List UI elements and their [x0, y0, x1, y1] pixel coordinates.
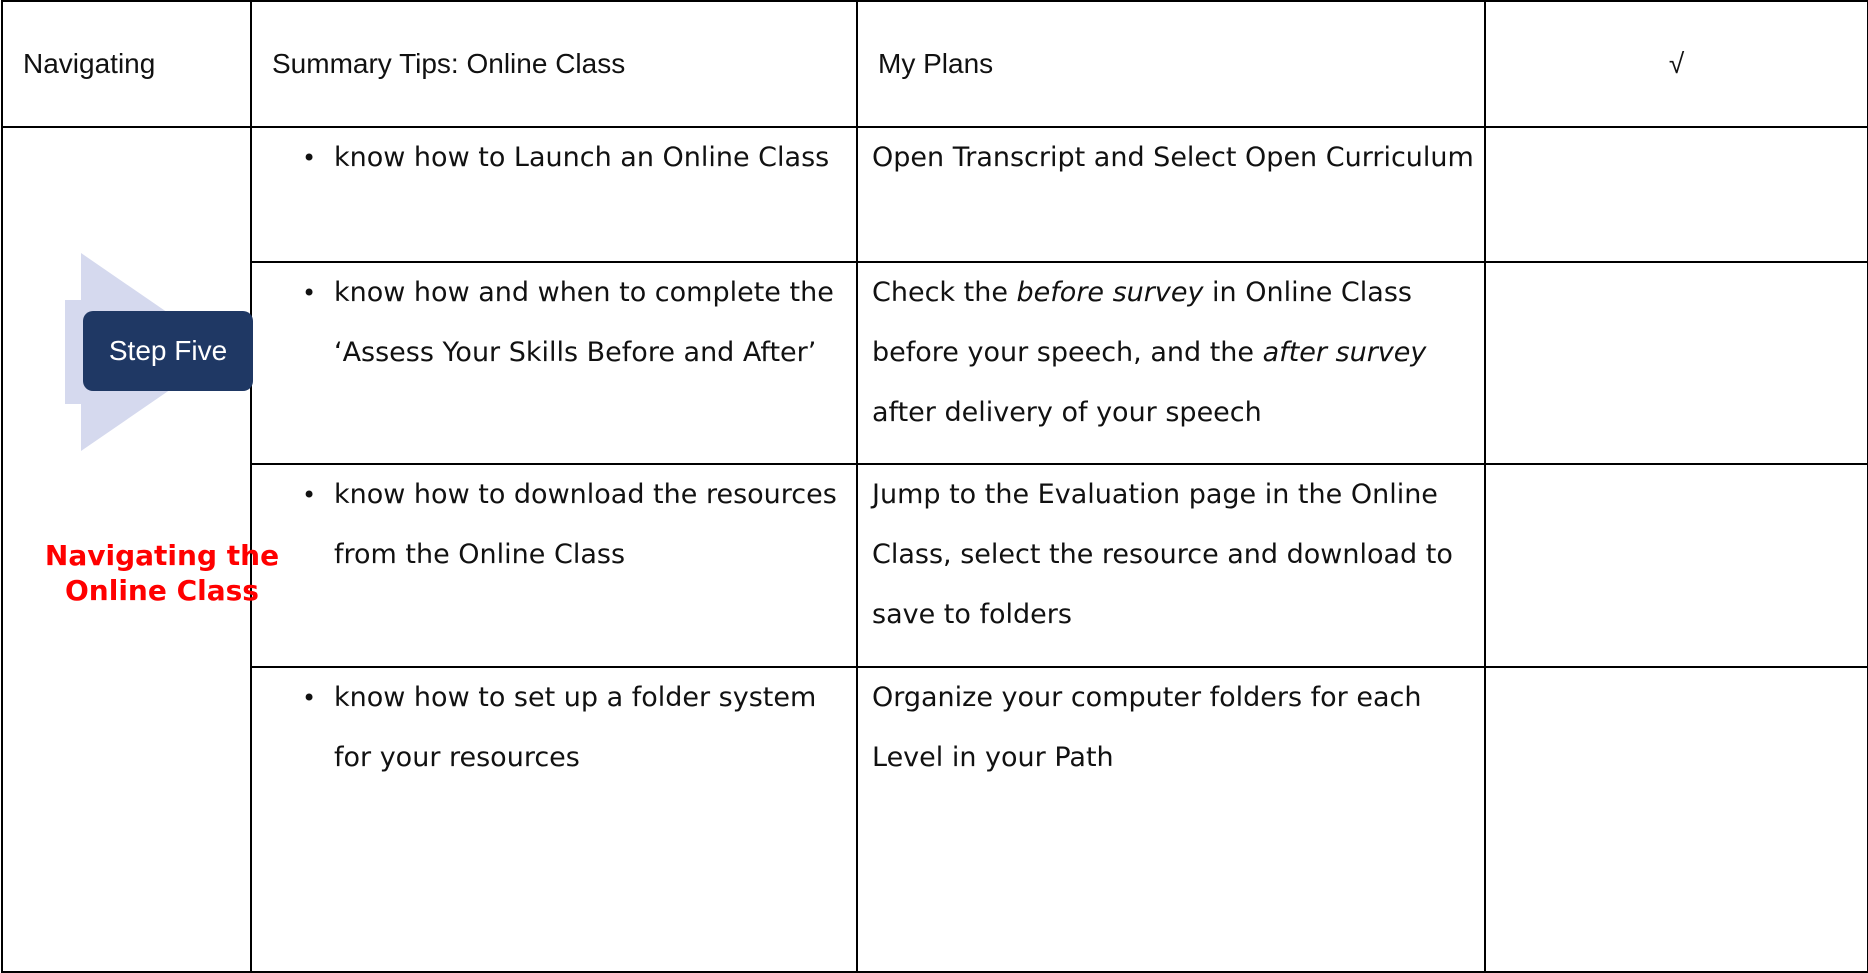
bullet-icon: •: [302, 279, 317, 307]
tip-text: know how to download the resources from …: [334, 479, 837, 570]
tip-cell: • know how to download the resources fro…: [250, 463, 858, 668]
plan-text: Jump to the Evaluation page in the Onlin…: [872, 479, 1453, 630]
plan-text-part: Check the: [872, 277, 1017, 308]
header-check: √: [1484, 0, 1868, 128]
summary-table: Navigating Summary Tips: Online Class My…: [1, 0, 1868, 973]
tip-text: know how and when to complete the ‘Asses…: [334, 277, 834, 368]
bullet-icon: •: [302, 144, 317, 172]
table-row: • know how to download the resources fro…: [2, 463, 1868, 668]
plan-cell: Open Transcript and Select Open Curricul…: [856, 126, 1486, 263]
tip-cell: • know how to set up a folder system for…: [250, 666, 858, 973]
check-cell: [1484, 666, 1868, 973]
header-navigating: Navigating: [1, 0, 252, 128]
check-cell: [1484, 126, 1868, 263]
plan-cell: Organize your computer folders for each …: [856, 666, 1486, 973]
check-cell: [1484, 463, 1868, 668]
plan-cell: Jump to the Evaluation page in the Onlin…: [856, 463, 1486, 668]
header-my-plans: My Plans: [856, 0, 1486, 128]
header-summary-tips: Summary Tips: Online Class: [250, 0, 858, 128]
tip-cell: • know how and when to complete the ‘Ass…: [250, 261, 858, 465]
step-cell: Step Five Navigating the Online Class: [1, 126, 279, 973]
header-row: Navigating Summary Tips: Online Class My…: [1, 0, 1868, 128]
plan-text: Open Transcript and Select Open Curricul…: [872, 142, 1474, 173]
plan-text-emphasis: before survey: [1016, 277, 1204, 308]
plan-cell: Check the before survey in Online Class …: [856, 261, 1486, 465]
table-row: • know how and when to complete the ‘Ass…: [2, 261, 1868, 465]
plan-text-emphasis: after survey: [1262, 337, 1427, 368]
table-row: Step Five Navigating the Online Class • …: [1, 126, 1868, 973]
plan-text: Organize your computer folders for each …: [872, 682, 1422, 773]
step-badge: Step Five: [83, 311, 253, 391]
plan-text-part: after delivery of your speech: [872, 397, 1262, 428]
table-row: • know how to set up a folder system for…: [2, 666, 1868, 973]
bullet-icon: •: [302, 481, 317, 509]
bullet-icon: •: [302, 684, 317, 712]
tip-text: know how to Launch an Online Class: [334, 142, 830, 173]
check-cell: [1484, 261, 1868, 465]
tip-cell: • know how to Launch an Online Class: [250, 126, 858, 263]
tip-text: know how to set up a folder system for y…: [334, 682, 817, 773]
